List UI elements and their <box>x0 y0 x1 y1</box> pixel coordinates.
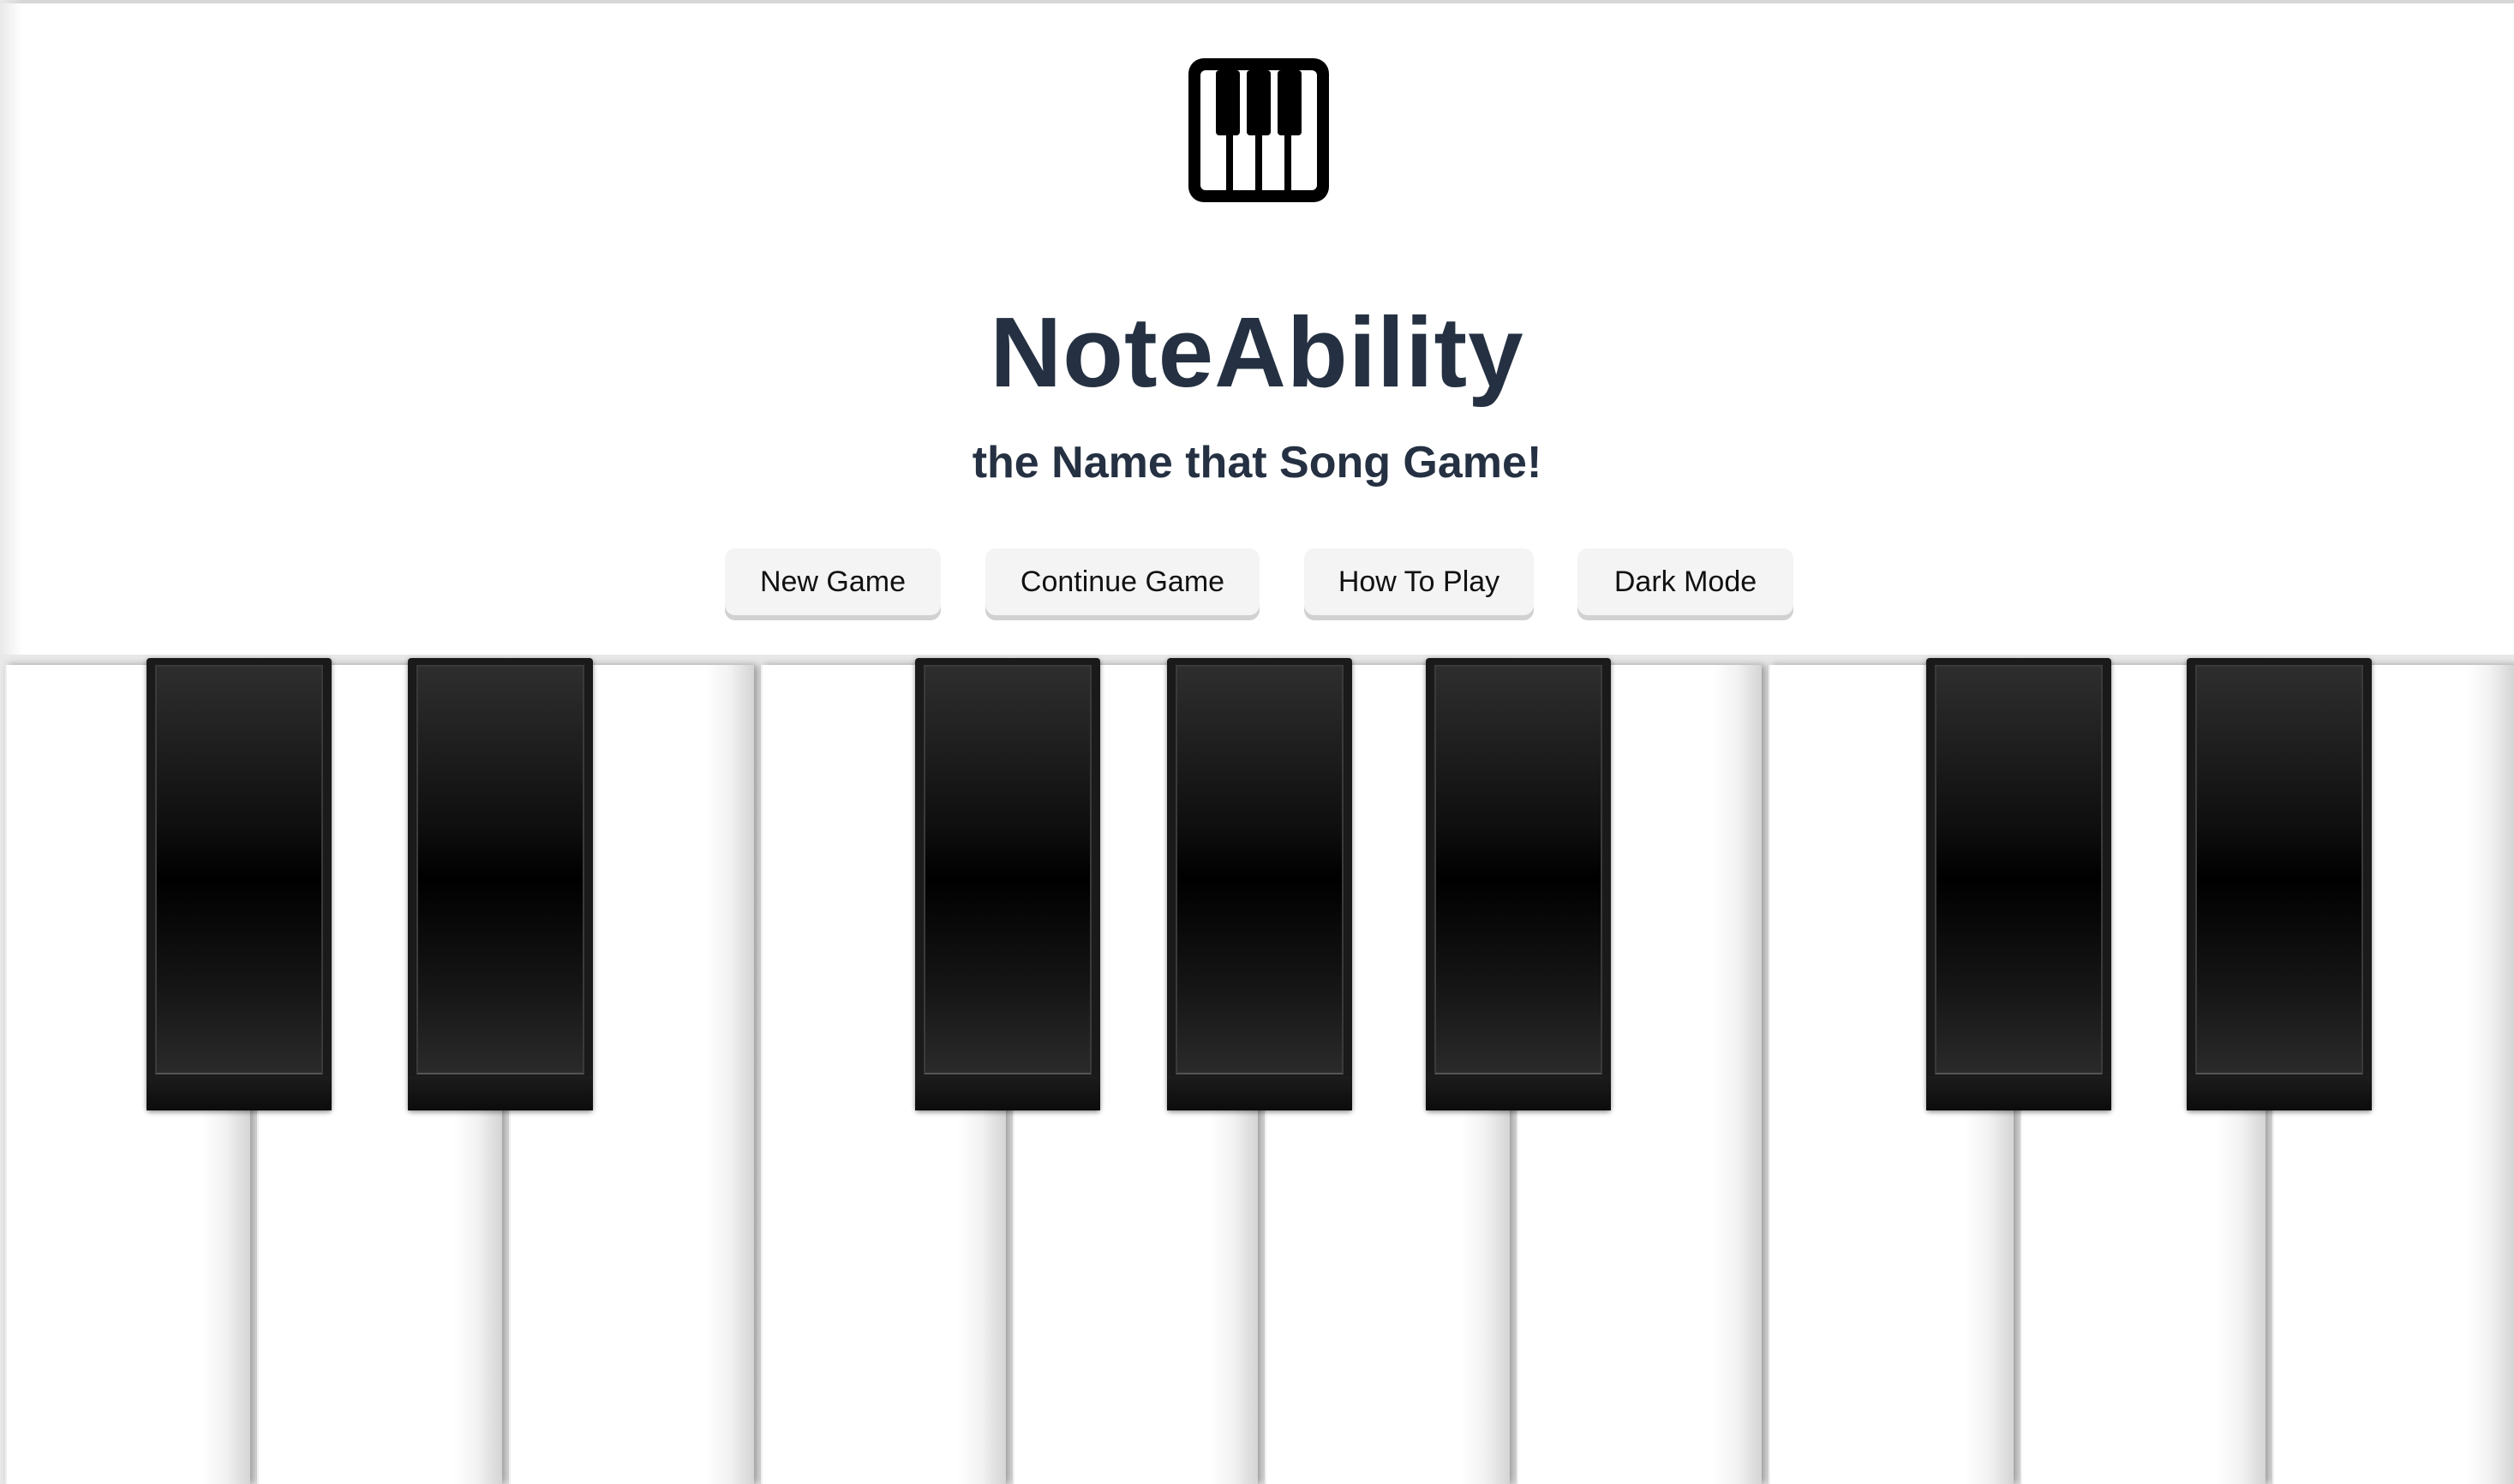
how-to-play-button[interactable]: How To Play <box>1304 548 1534 615</box>
black-key[interactable] <box>1167 658 1352 1110</box>
black-key[interactable] <box>915 658 1100 1110</box>
page-title: NoteAbility <box>990 296 1524 408</box>
piano-keyboard <box>0 655 2514 1484</box>
black-key[interactable] <box>1926 658 2111 1110</box>
black-key[interactable] <box>2187 658 2372 1110</box>
continue-game-button[interactable]: Continue Game <box>985 548 1260 615</box>
main-menu: New Game Continue Game How To Play Dark … <box>0 548 2514 620</box>
page-subtitle: the Name that Song Game! <box>972 438 1542 488</box>
piano-keys-icon <box>1185 55 1332 206</box>
black-key[interactable] <box>1426 658 1611 1110</box>
header: NoteAbility the Name that Song Game! New… <box>0 0 2514 651</box>
dark-mode-button[interactable]: Dark Mode <box>1577 548 1793 615</box>
new-game-button[interactable]: New Game <box>725 548 941 615</box>
black-key[interactable] <box>147 658 332 1110</box>
black-key[interactable] <box>408 658 593 1110</box>
